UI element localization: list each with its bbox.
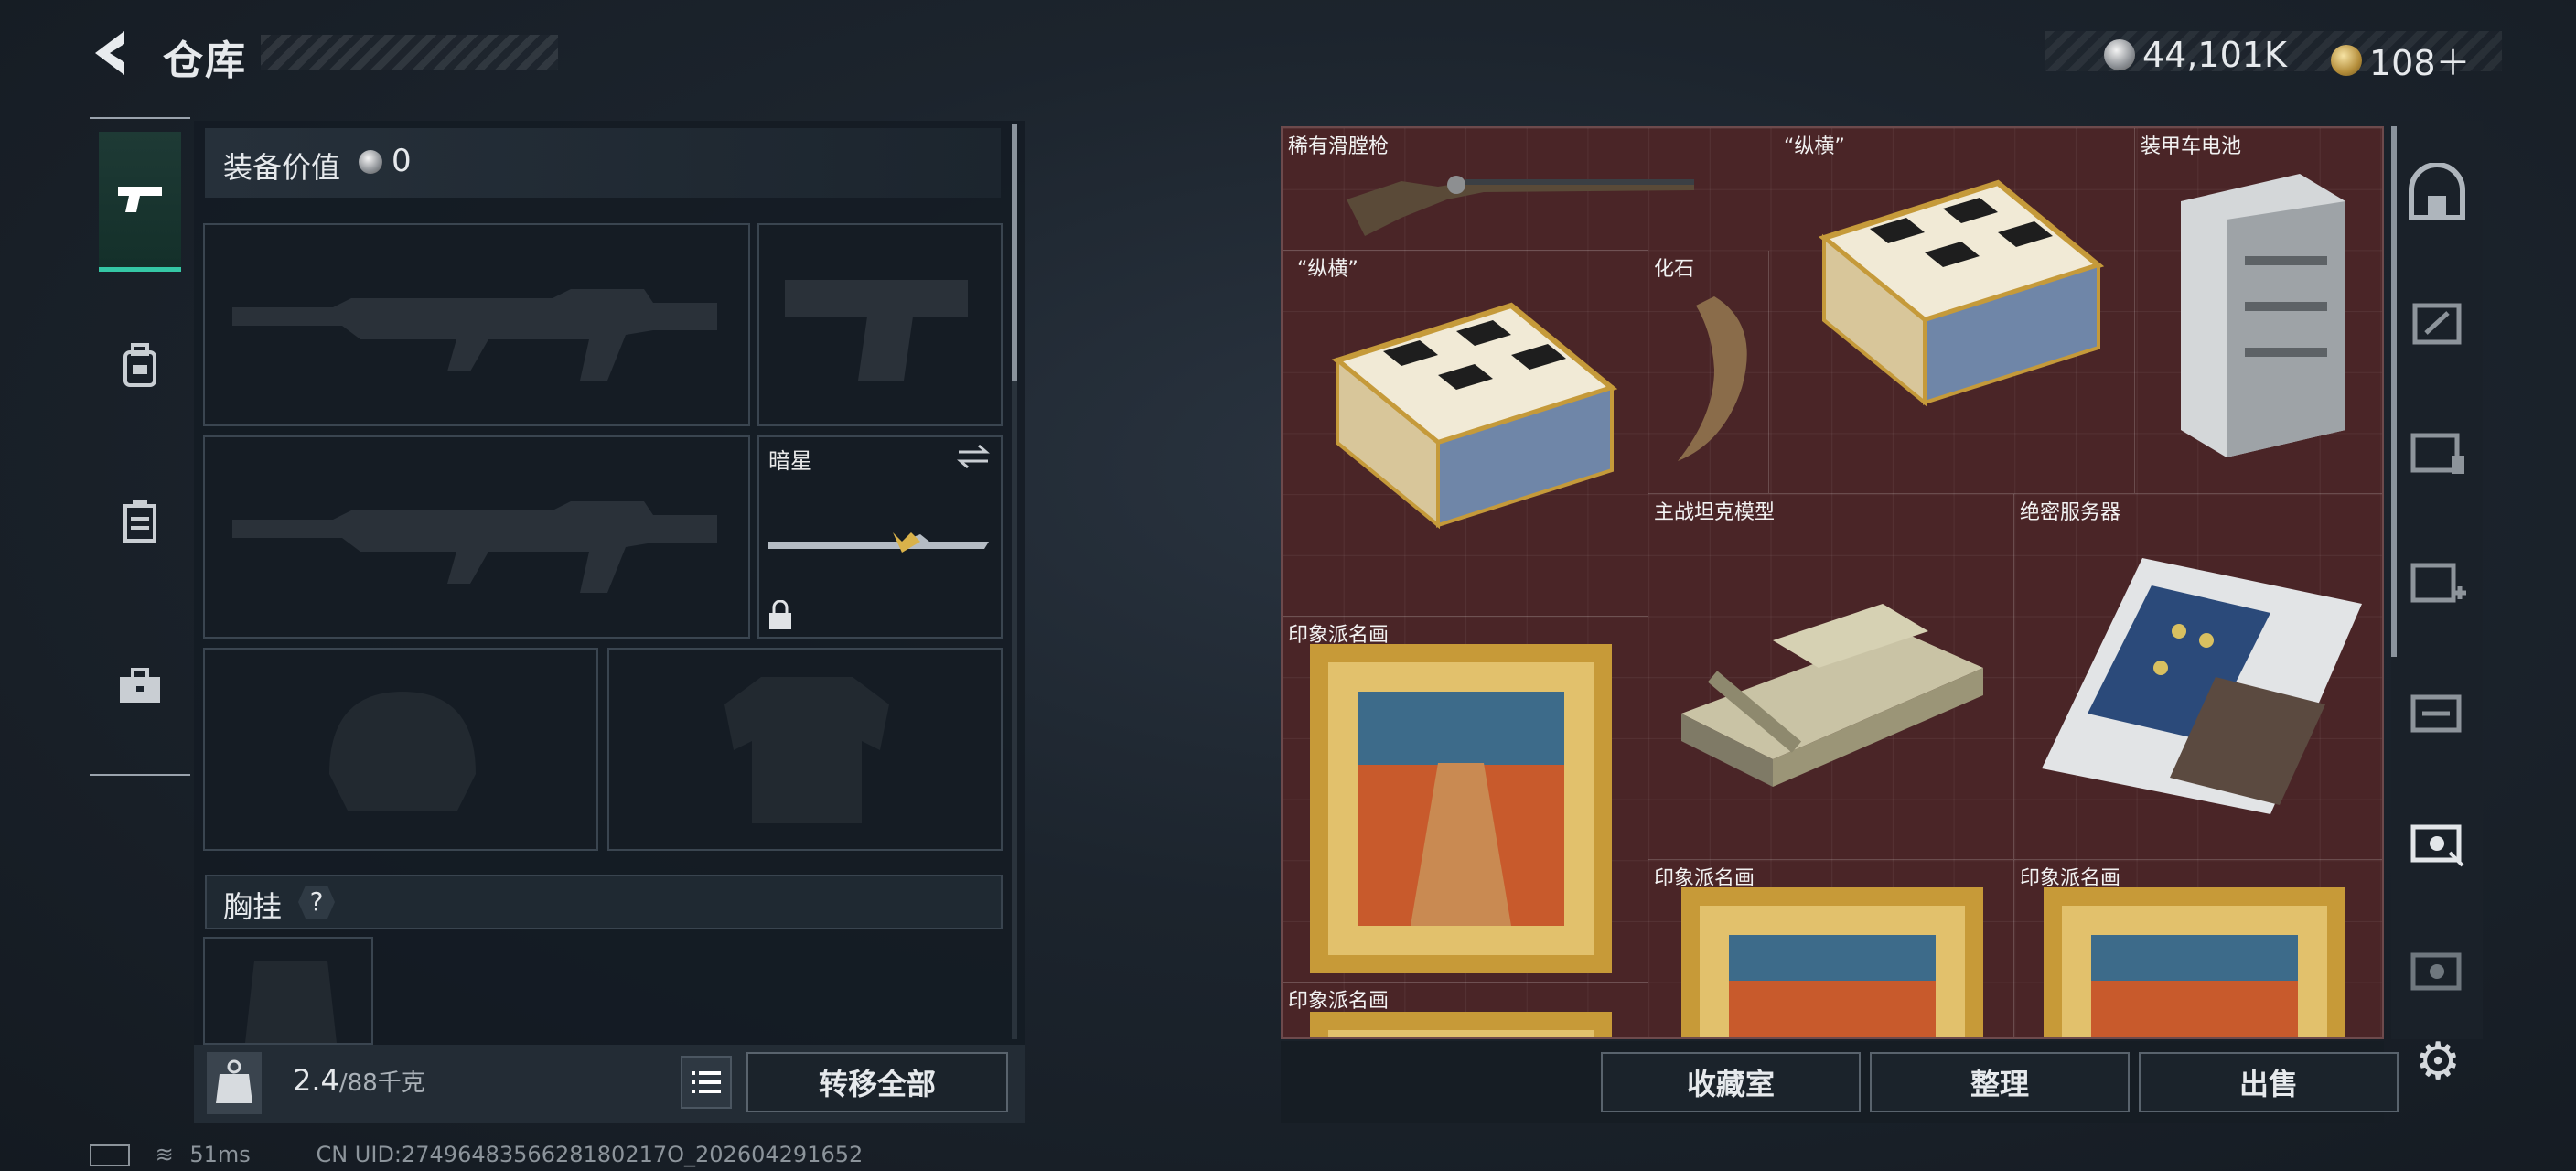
weight-current: 2.4 — [293, 1063, 339, 1098]
pistol-silhouette-icon — [785, 280, 968, 381]
storage-item[interactable]: 稀有滑膛枪 — [1283, 128, 1694, 251]
item-name: 化石 — [1654, 258, 1695, 281]
tab-backpack[interactable] — [99, 293, 181, 439]
battery-icon — [90, 1144, 130, 1166]
ping-value: 51ms — [189, 1142, 251, 1167]
item-name: 印象派名画 — [1288, 990, 1390, 1013]
fossil-claw-icon — [1678, 296, 1747, 461]
organize-button[interactable]: 整理 — [1870, 1052, 2130, 1112]
primary-weapon-slot[interactable] — [203, 223, 750, 426]
chest-rig-silhouette-icon — [245, 961, 337, 1043]
back-button[interactable] — [88, 27, 134, 79]
gold-coin-icon — [2331, 44, 2362, 76]
storage-item[interactable]: 主战坦克模型 — [1648, 494, 2014, 860]
item-name: 装甲车电池 — [2141, 135, 2242, 158]
container-slot-6-icon[interactable] — [2406, 937, 2468, 999]
list-icon — [692, 1071, 721, 1093]
storage-item[interactable]: 装甲车电池 — [2135, 128, 2382, 494]
storage-item[interactable]: “纵横” — [1769, 128, 2135, 494]
status-bar: ≋ 51ms CN UID:2749648356628180217O_20260… — [90, 1142, 863, 1167]
knife-icon — [768, 532, 989, 553]
container-slot-3-icon[interactable] — [2406, 549, 2468, 611]
storage-scrollbar-thumb[interactable] — [2391, 126, 2397, 657]
chest-rig-label: 胸挂 — [223, 889, 283, 924]
storage-grid: 稀有滑膛枪 “纵横” 装甲车电池 “纵横” 化石 主战坦克模型 绝密服务器 印象… — [1281, 126, 2384, 1039]
back-arrow-icon — [95, 31, 124, 75]
toolbox-icon — [120, 668, 160, 703]
equipment-scrollbar-thumb[interactable] — [1012, 124, 1017, 381]
storage-item[interactable]: 印象派名画 — [2014, 860, 2382, 1037]
uid-text: CN UID:2749648356628180217O_202604291652 — [316, 1142, 864, 1167]
secondary-weapon-slot[interactable] — [203, 435, 750, 639]
tab-vest[interactable] — [99, 448, 181, 595]
sidearm-slot[interactable] — [757, 223, 1003, 426]
silver-amount: 44,101K — [2142, 35, 2287, 75]
page-title: 仓库 — [163, 38, 247, 84]
helmet-silhouette-icon — [329, 692, 476, 811]
container-slot-1-icon[interactable] — [2406, 291, 2468, 353]
storage-item[interactable]: “纵横” — [1283, 251, 1648, 617]
vest-icon — [123, 500, 156, 543]
safe-box-icon[interactable] — [2406, 162, 2468, 225]
helmet-slot[interactable] — [203, 648, 598, 851]
collection-room-button[interactable]: 收藏室 — [1601, 1052, 1861, 1112]
storage-item[interactable]: 印象派名画 — [1648, 860, 2014, 1037]
container-slot-4-icon[interactable] — [2406, 679, 2468, 741]
gold-currency[interactable]: 108＋ — [2331, 35, 2471, 85]
impressionist-painting-icon — [1310, 644, 1612, 973]
tab-toolbox[interactable] — [99, 613, 181, 759]
melee-slot[interactable]: 暗星 — [757, 435, 1003, 639]
settings-gear-icon[interactable]: ⚙ — [2415, 1032, 2461, 1091]
weight-icon — [207, 1052, 262, 1114]
armor-silhouette-icon — [724, 677, 889, 823]
armor-slot[interactable] — [607, 648, 1003, 851]
storage-item[interactable]: 绝密服务器 — [2014, 494, 2382, 860]
wifi-icon: ≋ — [155, 1142, 174, 1167]
rifle-silhouette-icon — [232, 501, 717, 593]
storage-item[interactable]: 印象派名画 — [1283, 983, 1648, 1037]
backpack-icon — [123, 343, 156, 387]
tank-model-icon — [1681, 604, 1983, 787]
silver-currency: 44,101K — [2104, 35, 2287, 75]
chess-set-icon — [1818, 179, 2105, 407]
item-name: “纵横” — [1784, 135, 1845, 158]
container-slot-2-icon[interactable] — [2406, 419, 2468, 481]
storage-item[interactable]: 化石 — [1648, 251, 1769, 494]
title-decoration — [261, 35, 558, 70]
lock-icon — [769, 600, 791, 629]
impressionist-painting-icon — [1681, 887, 1983, 1037]
equipment-value: 0 — [392, 143, 412, 179]
silver-coin-icon — [2104, 39, 2135, 70]
item-name: “纵横” — [1297, 258, 1358, 281]
list-view-button[interactable] — [681, 1056, 732, 1109]
equipment-value-label: 装备价值 — [223, 150, 341, 185]
pistol-icon — [118, 187, 162, 212]
weight-max: /88千克 — [338, 1069, 425, 1097]
weight-value: 2.4/88千克 — [293, 1063, 425, 1098]
melee-name: 暗星 — [768, 448, 812, 474]
silver-coin-icon — [359, 150, 382, 174]
gold-amount: 108＋ — [2369, 43, 2471, 83]
item-name: 绝密服务器 — [2020, 501, 2121, 524]
tab-weapons[interactable] — [99, 132, 181, 272]
impressionist-painting-icon — [2044, 887, 2345, 1037]
item-name: 主战坦克模型 — [1654, 501, 1776, 524]
storage-item[interactable]: 印象派名画 — [1283, 617, 1648, 983]
swap-icon[interactable] — [955, 443, 992, 470]
chest-rig-slot[interactable] — [203, 937, 373, 1045]
category-tabs — [90, 117, 190, 776]
help-button[interactable]: ? — [298, 886, 335, 919]
transfer-all-button[interactable]: 转移全部 — [746, 1052, 1008, 1112]
chess-set-icon — [1331, 302, 1618, 530]
vehicle-battery-icon — [2181, 174, 2345, 457]
sell-button[interactable]: 出售 — [2139, 1052, 2399, 1112]
secret-server-icon — [2042, 558, 2362, 814]
rifle-silhouette-icon — [232, 289, 717, 381]
musket-icon — [1347, 176, 1694, 236]
container-slot-5-icon[interactable] — [2406, 809, 2468, 871]
impressionist-painting-icon — [1310, 1012, 1612, 1037]
